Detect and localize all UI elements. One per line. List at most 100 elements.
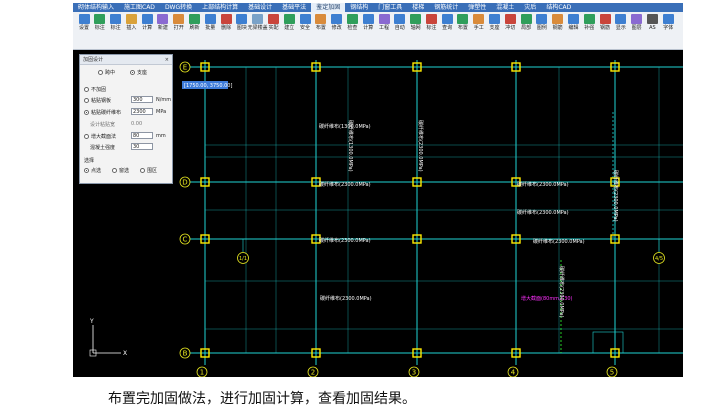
- radio-icon[interactable]: [112, 168, 117, 173]
- ribbon-button[interactable]: 局部: [519, 14, 533, 38]
- tool-icon: [410, 14, 422, 24]
- ribbon-button[interactable]: 安全: [298, 14, 312, 38]
- reinforcement-annotation-vertical: 碳纤维布(2300.0MPa): [612, 170, 619, 222]
- select-window-radio[interactable]: 窗选: [112, 167, 129, 174]
- ribbon-button[interactable]: 布置: [456, 14, 470, 38]
- ribbon-button[interactable]: 插入: [124, 14, 138, 38]
- cfrp-unit: MPa: [156, 109, 167, 115]
- ribbon-button[interactable]: 检查: [345, 14, 359, 38]
- reinforcement-annotation-vertical: 碳纤维布(2300.0MPa): [558, 266, 565, 318]
- tool-icon: [646, 14, 658, 24]
- cad-application-window: 砌体结构输入 施工图CAD DWG转换 上部结构计算 基础设计 基础平法 鉴定加固 钢结构 门窗…: [73, 3, 683, 377]
- tool-icon: [567, 14, 579, 24]
- ribbon-button[interactable]: 计算: [361, 14, 375, 38]
- mode-midspan-radio[interactable]: 跨中: [98, 69, 115, 76]
- dialog-header: 加固设计 ×: [80, 55, 172, 65]
- ribbon-button[interactable]: 标注: [93, 14, 107, 38]
- module-tab[interactable]: DWG转换: [160, 3, 197, 12]
- axis-label: 1: [200, 369, 204, 377]
- radio-icon[interactable]: [84, 87, 89, 92]
- method-steel-plate-radio[interactable]: 粘贴钢板: [84, 97, 111, 104]
- ribbon-button-label: 图层: [631, 25, 642, 31]
- ribbon-button[interactable]: 手工: [472, 14, 486, 38]
- ribbon-button[interactable]: 自动: [393, 14, 407, 38]
- steel-plate-input[interactable]: 300: [131, 96, 153, 103]
- module-tab[interactable]: 砌体结构输入: [73, 3, 119, 12]
- select-region-radio[interactable]: 围区: [140, 167, 157, 174]
- ribbon-button-label: AS: [649, 25, 656, 31]
- ribbon-button-label: 查询: [442, 25, 453, 31]
- reinforcement-annotation-vertical: 碳纤维布(2300.0MPa): [417, 120, 424, 172]
- select-point-radio[interactable]: 点选: [84, 167, 101, 174]
- ribbon-button[interactable]: 字体: [661, 14, 675, 38]
- cfrp-strength-input[interactable]: 2300: [131, 108, 153, 115]
- ribbon-button[interactable]: 建立: [282, 14, 296, 38]
- method-enlarge-radio[interactable]: 增大截面法: [84, 133, 116, 140]
- reinforcement-annotation: 碳纤维布(2300.0MPa): [319, 181, 371, 188]
- module-tab[interactable]: 灾后: [519, 3, 541, 12]
- ribbon-button[interactable]: AS: [645, 14, 659, 38]
- ribbon-button[interactable]: 补强: [582, 14, 596, 38]
- module-tab[interactable]: 弹塑性: [463, 3, 491, 12]
- ribbon-button[interactable]: 查询: [440, 14, 454, 38]
- coordinate-label: [1750.00, 3750.00]: [184, 83, 232, 89]
- ribbon-button[interactable]: 显示: [614, 14, 628, 38]
- module-tab[interactable]: 基础设计: [243, 3, 277, 12]
- ribbon-button[interactable]: 工程: [377, 14, 391, 38]
- radio-icon[interactable]: [84, 110, 89, 115]
- ribbon-button[interactable]: 新建: [156, 14, 170, 38]
- concrete-grade-select[interactable]: 30: [131, 143, 153, 150]
- module-tab[interactable]: 基础平法: [277, 3, 311, 12]
- ribbon-button[interactable]: 标注: [109, 14, 123, 38]
- module-tab[interactable]: 混凝土: [491, 3, 519, 12]
- ribbon-button[interactable]: 冲切: [503, 14, 517, 38]
- module-tab[interactable]: 楼梯: [407, 3, 429, 12]
- radio-icon[interactable]: [84, 134, 89, 139]
- ribbon-button[interactable]: 删除: [219, 14, 233, 38]
- ribbon-button[interactable]: 钢筋: [551, 14, 565, 38]
- module-tab[interactable]: 钢结构: [345, 3, 373, 12]
- ribbon-button[interactable]: 批量: [203, 14, 217, 38]
- ribbon-button[interactable]: 设置: [77, 14, 91, 38]
- radio-icon[interactable]: [140, 168, 145, 173]
- ribbon-button[interactable]: 计算: [140, 14, 154, 38]
- ribbon-button[interactable]: 支座: [488, 14, 502, 38]
- module-tab[interactable]: 鉴定加固: [311, 3, 346, 12]
- close-icon[interactable]: ×: [165, 57, 169, 63]
- ribbon-button-label: 标注: [110, 25, 121, 31]
- mode-support-radio[interactable]: 支座: [130, 69, 147, 76]
- ribbon-button[interactable]: 图例: [535, 14, 549, 38]
- sub-axis-label: 1/1: [239, 256, 247, 262]
- radio-icon[interactable]: [84, 98, 89, 103]
- module-tab[interactable]: 施工图CAD: [119, 3, 160, 12]
- ribbon-button[interactable]: 轴网: [409, 14, 423, 38]
- ribbon-button[interactable]: 修改: [330, 14, 344, 38]
- module-tab[interactable]: 钢筋统计: [429, 3, 463, 12]
- ribbon-button[interactable]: 刷新: [188, 14, 202, 38]
- radio-icon[interactable]: [130, 70, 135, 75]
- enlarge-thickness-input[interactable]: 80: [131, 132, 153, 139]
- ribbon-button-label: 手工: [473, 25, 484, 31]
- ribbon-button-label: 显示: [615, 25, 626, 31]
- ribbon-button-label: 修改: [331, 25, 342, 31]
- ribbon-button[interactable]: 布置: [314, 14, 328, 38]
- module-tab[interactable]: 上部结构计算: [197, 3, 243, 12]
- module-tab[interactable]: 门窗工具: [373, 3, 407, 12]
- ribbon-button[interactable]: 实配: [266, 14, 280, 38]
- tool-icon: [489, 14, 501, 24]
- module-tab[interactable]: 结构CAD: [541, 3, 576, 12]
- axis-label: 2: [311, 369, 315, 377]
- ribbon-button[interactable]: 图层: [630, 14, 644, 38]
- ribbon-button-label: 计算: [142, 25, 153, 31]
- module-tab-strip: 砌体结构输入 施工图CAD DWG转换 上部结构计算 基础设计 基础平法 鉴定加固 钢结构 门窗…: [73, 3, 683, 12]
- ribbon-button[interactable]: 无梁楼盖: [248, 14, 268, 38]
- ribbon-button[interactable]: 钢筋: [598, 14, 612, 38]
- radio-icon[interactable]: [98, 70, 103, 75]
- ribbon-button[interactable]: 标注: [424, 14, 438, 38]
- ribbon-button[interactable]: 编辑: [566, 14, 580, 38]
- method-cfrp-radio[interactable]: 粘贴碳纤维布: [84, 109, 121, 116]
- drawing-canvas[interactable]: E D C B 1 2 3 4 5 1/1 4/5 [1750.00, 3750.00] 碳纤维布(13…: [73, 50, 683, 377]
- method-none-radio[interactable]: 不加固: [84, 86, 106, 93]
- ribbon-button[interactable]: 打开: [172, 14, 186, 38]
- radio-icon[interactable]: [84, 168, 89, 173]
